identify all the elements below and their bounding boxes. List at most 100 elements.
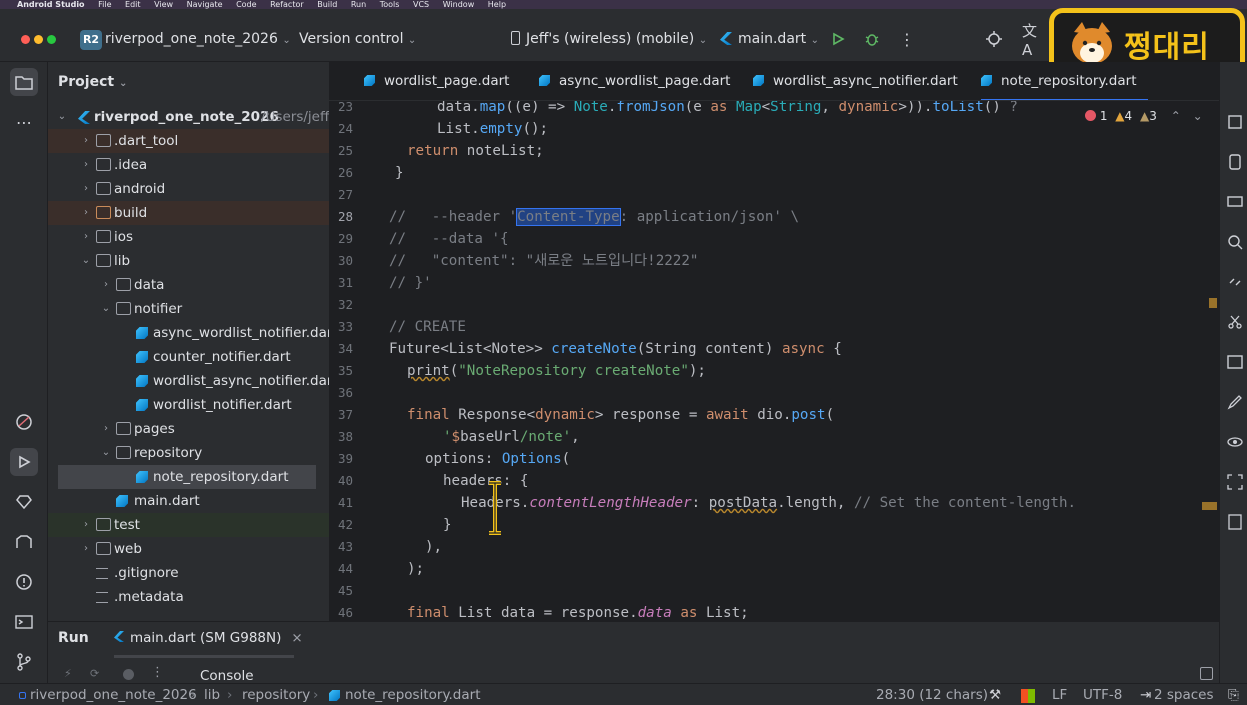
running-devices-icon[interactable] [1225, 192, 1245, 212]
device-manager-icon[interactable] [982, 27, 1006, 51]
eye-icon[interactable] [1225, 432, 1245, 452]
tree-item[interactable]: wordlist_notifier.dart [48, 393, 329, 417]
menu-window[interactable]: Window [443, 0, 475, 9]
tab-wordlist-async-notifier[interactable]: wordlist_async_notifier.dart [753, 62, 958, 100]
gallery-icon[interactable] [1225, 352, 1245, 372]
warning-marker[interactable] [1202, 502, 1217, 510]
lock-icon[interactable]: ⎘ [1228, 684, 1239, 705]
menu-help[interactable]: Help [488, 0, 506, 9]
chevron-expanded-icon[interactable]: ⌄ [100, 297, 112, 321]
chevron-collapsed-icon[interactable]: › [80, 513, 92, 537]
tree-item[interactable]: › android [48, 177, 329, 201]
breadcrumb-project[interactable]: riverpod_one_note_2026 [30, 684, 197, 705]
tree-item[interactable]: .metadata [48, 585, 329, 609]
lightning-icon[interactable]: ⚡ [64, 667, 72, 680]
tab-note-repository[interactable]: note_repository.dart [981, 62, 1149, 100]
run-config-selector[interactable]: main.dart ⌄ [720, 31, 819, 47]
translate-icon[interactable]: 文A [1022, 22, 1046, 59]
caret-position[interactable]: 28:30 (12 chars) [876, 684, 988, 705]
selected-text[interactable]: Content-Type [516, 208, 621, 226]
breadcrumb-repository[interactable]: repository [242, 684, 310, 705]
chevron-expanded-icon[interactable]: ⌄ [100, 441, 112, 465]
menu-view[interactable]: View [154, 0, 173, 9]
zoom-window-button[interactable] [47, 35, 56, 44]
problems-icon[interactable] [10, 568, 38, 596]
menu-app-name[interactable]: Android Studio [17, 0, 85, 9]
run-tool-icon[interactable] [10, 448, 38, 476]
tree-item[interactable]: › test [48, 513, 329, 537]
tree-item[interactable]: main.dart [48, 489, 329, 513]
menu-run[interactable]: Run [351, 0, 366, 9]
chevron-collapsed-icon[interactable]: › [80, 201, 92, 225]
inspection-widget[interactable]: 1 ▲4 ▲3 ⌃ ⌄ [1085, 107, 1203, 125]
tab-wordlist-page[interactable]: wordlist_page.dart [364, 62, 509, 100]
tree-item[interactable]: ⌄ notifier [48, 297, 329, 321]
layout-icon[interactable] [1200, 667, 1213, 680]
device-manager-icon[interactable] [1225, 152, 1245, 172]
line-separator[interactable]: LF [1052, 684, 1067, 705]
screenshot-icon[interactable] [1225, 472, 1245, 492]
console-tab[interactable]: Console [200, 668, 254, 684]
chevron-collapsed-icon[interactable]: › [80, 177, 92, 201]
logcat-icon[interactable] [10, 528, 38, 556]
menu-build[interactable]: Build [317, 0, 337, 9]
code-editor[interactable]: data.map((e) => Note.fromJson(e as Map<S… [389, 101, 1209, 621]
chevron-collapsed-icon[interactable]: › [80, 225, 92, 249]
assistant-icon[interactable] [1225, 512, 1245, 532]
chevron-collapsed-icon[interactable]: › [80, 537, 92, 561]
tree-item[interactable]: › build [48, 201, 329, 225]
tree-item[interactable]: › ios [48, 225, 329, 249]
flutter-inspector-icon[interactable] [1225, 232, 1245, 252]
more-options-icon[interactable]: ⋮ [151, 665, 164, 680]
more-tools-icon[interactable]: ⋯ [10, 108, 38, 136]
menu-tools[interactable]: Tools [380, 0, 400, 9]
editor-scrollbar[interactable] [1207, 101, 1219, 621]
minimize-window-button[interactable] [34, 35, 43, 44]
menu-code[interactable]: Code [236, 0, 256, 9]
notifications-icon[interactable] [1225, 112, 1245, 132]
inspection-profile-icon[interactable]: ⚒ [989, 684, 1001, 705]
chevron-collapsed-icon[interactable]: › [100, 417, 112, 441]
run-icon[interactable] [826, 27, 850, 51]
tree-item[interactable]: › .dart_tool [48, 129, 329, 153]
menu-vcs[interactable]: VCS [413, 0, 429, 9]
tree-item[interactable]: › .idea [48, 153, 329, 177]
flutter-performance-icon[interactable] [10, 408, 38, 436]
restart-icon[interactable]: ⟳ [90, 667, 99, 680]
close-window-button[interactable] [21, 35, 30, 44]
stop-icon[interactable] [123, 669, 134, 680]
file-encoding[interactable]: UTF-8 [1083, 684, 1122, 705]
device-selector[interactable]: Jeff's (wireless) (mobile) ⌄ [511, 31, 707, 47]
chevron-collapsed-icon[interactable]: › [80, 153, 92, 177]
tree-item[interactable]: › pages [48, 417, 329, 441]
tree-item[interactable]: counter_notifier.dart [48, 345, 329, 369]
pencil-icon[interactable] [1225, 392, 1245, 412]
menu-file[interactable]: File [98, 0, 111, 9]
chevron-expanded-icon[interactable]: ⌄ [56, 105, 68, 129]
scissors-icon[interactable] [1225, 312, 1245, 332]
menu-navigate[interactable]: Navigate [187, 0, 223, 9]
project-selector[interactable]: riverpod_one_note_2026 ⌄ [105, 31, 291, 47]
menu-refactor[interactable]: Refactor [270, 0, 304, 9]
tree-item[interactable]: wordlist_async_notifier.dart [48, 369, 329, 393]
menu-edit[interactable]: Edit [125, 0, 141, 9]
run-tab-main[interactable]: main.dart (SM G988N) × [114, 630, 303, 646]
tree-item[interactable]: async_wordlist_notifier.dart [48, 321, 329, 345]
tree-item[interactable]: note_repository.dart [58, 465, 316, 489]
project-badge[interactable]: R2 [80, 30, 102, 50]
project-panel-title[interactable]: Project ⌄ [58, 74, 127, 90]
tree-root-project[interactable]: ⌄ riverpod_one_note_2026/Users/jeff/ [48, 105, 329, 129]
debug-icon[interactable] [860, 27, 884, 51]
version-control-menu[interactable]: Version control ⌄ [299, 31, 416, 47]
close-icon[interactable]: × [291, 630, 302, 646]
project-tool-icon[interactable] [10, 68, 38, 96]
link-icon[interactable] [1225, 272, 1245, 292]
terminal-icon[interactable] [10, 608, 38, 636]
tree-item[interactable]: ⌄ lib [48, 249, 329, 273]
tree-item[interactable]: ⌄ repository [48, 441, 329, 465]
chevron-up-icon[interactable]: ⌃ [1171, 109, 1181, 123]
indent-setting[interactable]: 2 spaces [1154, 684, 1214, 705]
tab-async-wordlist-page[interactable]: async_wordlist_page.dart [539, 62, 730, 100]
chevron-down-icon[interactable]: ⌄ [1193, 109, 1203, 123]
tree-item[interactable]: .gitignore [48, 561, 329, 585]
